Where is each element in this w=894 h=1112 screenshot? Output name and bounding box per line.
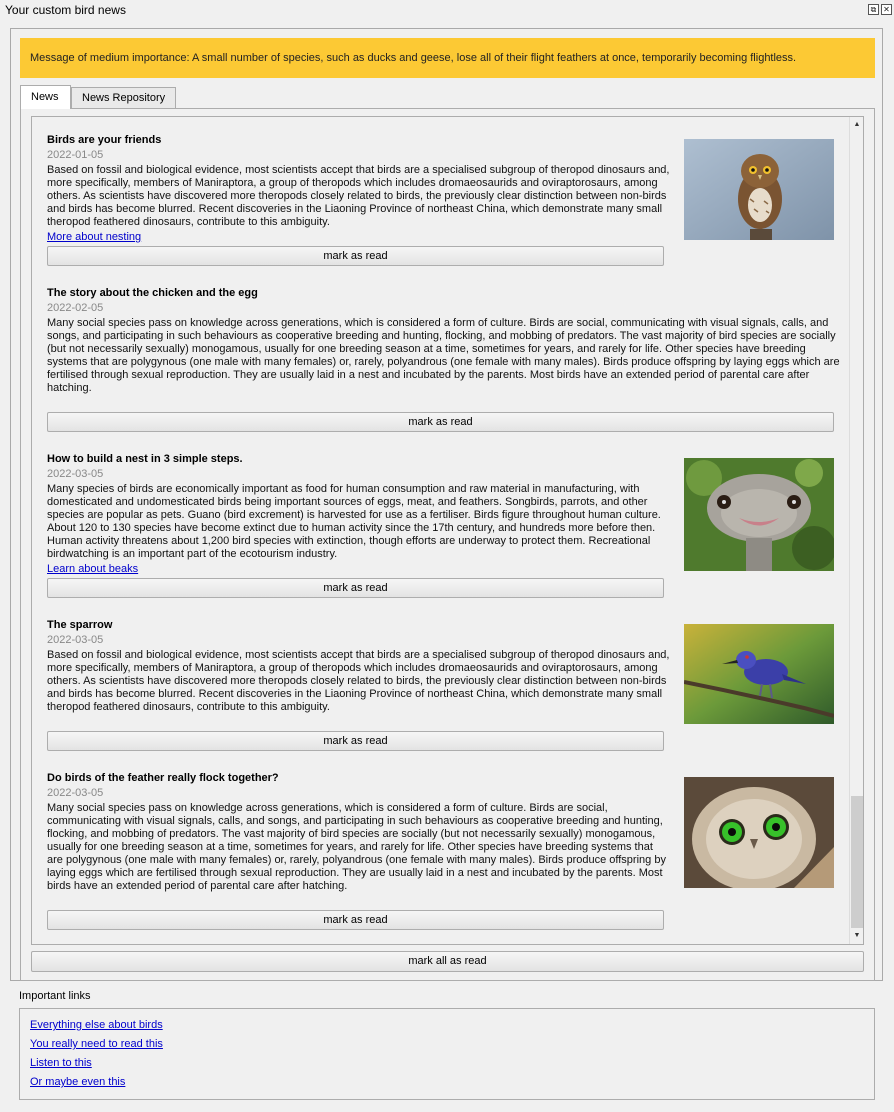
article-link[interactable]: Learn about beaks — [47, 563, 138, 575]
title-bar: Your custom bird news ⧉ ✕ — [0, 0, 894, 20]
article-body: Many social species pass on knowledge ac… — [47, 802, 666, 892]
article-date: 2022-03-05 — [47, 634, 104, 646]
article-date: 2022-02-05 — [47, 302, 104, 314]
article-title: The sparrow — [47, 619, 113, 631]
mark-as-read-button[interactable]: mark as read — [47, 246, 664, 266]
tab-news-repository[interactable]: News Repository — [71, 87, 176, 108]
restore-icon[interactable]: ⧉ — [868, 4, 879, 15]
scroll-up-icon[interactable]: ▲ — [850, 118, 864, 132]
article-body: Many social species pass on knowledge ac… — [47, 317, 840, 394]
article-link[interactable]: More about nesting — [47, 231, 141, 243]
link-or-maybe-even-this[interactable]: Or maybe even this — [30, 1076, 125, 1088]
news-scrollbar[interactable]: ▲ ▼ — [849, 116, 864, 944]
article-date: 2022-03-05 — [47, 787, 104, 799]
article-title: How to build a nest in 3 simple steps. — [47, 453, 243, 465]
tab-news[interactable]: News — [20, 85, 71, 109]
important-links-label: Important links — [19, 990, 91, 1002]
message-banner: Message of medium importance: A small nu… — [20, 38, 875, 78]
article-date: 2022-03-05 — [47, 468, 104, 480]
important-links-box: Everything else about birds You really n… — [19, 1008, 875, 1100]
article-body: Based on fossil and biological evidence,… — [47, 164, 670, 228]
scroll-down-icon[interactable]: ▼ — [850, 929, 864, 943]
mark-as-read-button[interactable]: mark as read — [47, 731, 664, 751]
article-body: Based on fossil and biological evidence,… — [47, 649, 670, 713]
owlet-image — [684, 777, 834, 888]
link-really-need-to-read[interactable]: You really need to read this — [30, 1038, 163, 1050]
scroll-thumb[interactable] — [851, 796, 863, 928]
owl-image — [684, 139, 834, 240]
news-list: Birds are your friends 2022-01-05 Based … — [31, 116, 849, 944]
window-title: Your custom bird news — [5, 3, 126, 17]
mark-as-read-button[interactable]: mark as read — [47, 910, 664, 930]
link-listen-to-this[interactable]: Listen to this — [30, 1057, 92, 1069]
article-date: 2022-01-05 — [47, 149, 104, 161]
ostrich-image — [684, 458, 834, 571]
heron-image — [684, 624, 834, 724]
article-title: Do birds of the feather really flock tog… — [47, 772, 279, 784]
article-title: Birds are your friends — [47, 134, 162, 146]
article-body: Many species of birds are economically i… — [47, 483, 661, 560]
mark-all-as-read-button[interactable]: mark all as read — [31, 951, 864, 972]
mark-as-read-button[interactable]: mark as read — [47, 578, 664, 598]
link-everything-else[interactable]: Everything else about birds — [30, 1019, 163, 1031]
article-title: The story about the chicken and the egg — [47, 287, 258, 299]
mark-as-read-button[interactable]: mark as read — [47, 412, 834, 432]
news-article: The story about the chicken and the egg … — [47, 287, 847, 447]
close-icon[interactable]: ✕ — [881, 4, 892, 15]
